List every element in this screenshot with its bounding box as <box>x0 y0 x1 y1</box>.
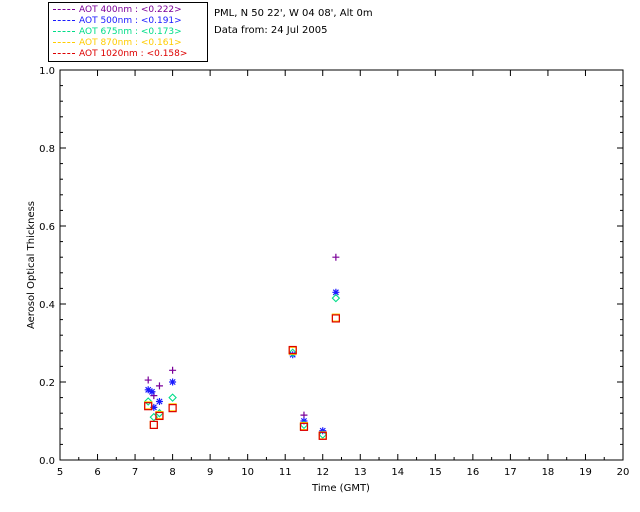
x-tick-label: 9 <box>207 467 213 478</box>
x-tick-label: 10 <box>241 467 254 478</box>
x-tick-label: 12 <box>316 467 329 478</box>
series-2 <box>143 293 341 439</box>
x-tick-label: 17 <box>504 467 517 478</box>
series-4 <box>144 314 340 440</box>
series-1 <box>144 288 340 435</box>
x-tick-label: 16 <box>466 467 479 478</box>
y-axis: 0.0 0.2 0.4 0.6 0.8 1.0 <box>39 66 623 467</box>
x-tick-label: 7 <box>132 467 138 478</box>
chart: 5 6 7 8 9 10 11 12 13 14 15 16 17 18 19 20 0.0 0.2 0.4 0.6… <box>26 66 630 494</box>
series-3 <box>144 313 340 440</box>
data-point <box>144 376 152 384</box>
data-point <box>155 382 163 390</box>
data-point <box>155 408 164 418</box>
x-axis-label: Time (GMT) <box>311 483 370 494</box>
data-points <box>143 253 341 440</box>
y-tick-label: 1.0 <box>39 66 55 77</box>
data-point <box>169 366 177 374</box>
data-point <box>155 398 163 405</box>
x-tick-label: 19 <box>579 467 592 478</box>
x-tick-label: 14 <box>391 467 404 478</box>
data-point <box>168 393 177 402</box>
data-point <box>332 253 340 261</box>
series-0 <box>144 253 340 419</box>
y-tick-label: 0.6 <box>39 222 55 233</box>
data-point <box>169 378 177 386</box>
x-tick-label: 20 <box>617 467 630 478</box>
x-tick-label: 18 <box>542 467 555 478</box>
y-tick-label: 0.8 <box>39 144 55 155</box>
x-tick-label: 11 <box>279 467 292 478</box>
y-tick-label: 0.2 <box>39 378 55 389</box>
x-tick-label: 15 <box>429 467 442 478</box>
x-tick-label: 13 <box>354 467 367 478</box>
x-tick-label: 6 <box>94 467 100 478</box>
x-axis: 5 6 7 8 9 10 11 12 13 14 15 16 17 18 19 20 <box>57 70 630 478</box>
y-tick-label: 0.4 <box>39 300 55 311</box>
y-axis-label: Aerosol Optical Thickness <box>26 201 37 329</box>
data-point <box>149 420 158 429</box>
data-point <box>148 388 156 396</box>
y-tick-label: 0.0 <box>39 456 55 467</box>
x-tick-label: 5 <box>57 467 63 478</box>
x-tick-label: 8 <box>169 467 175 478</box>
data-point <box>149 420 158 429</box>
